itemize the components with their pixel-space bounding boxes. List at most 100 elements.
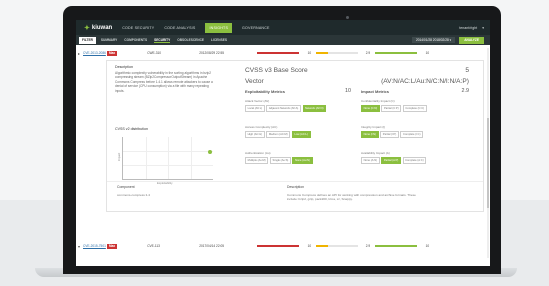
nav-governance[interactable]: GOVERNANCE <box>242 26 270 30</box>
availability-group: Availability Impact (A) None (A:N) Partial… <box>361 151 427 164</box>
cvss-score: 5 <box>465 67 469 74</box>
scrollbar[interactable] <box>487 48 489 258</box>
metric-option-button[interactable]: Local (AV:L) <box>245 105 265 112</box>
chart-point <box>208 150 212 154</box>
vector-label: Vector <box>245 78 264 85</box>
tab-summary[interactable]: SUMMARY <box>101 38 117 42</box>
score-bar-fill <box>257 51 300 55</box>
tab-licenses[interactable]: LICENSES <box>211 38 227 42</box>
vulnerability-detail-panel: Description Algorithmic complexity vulne… <box>106 60 484 212</box>
severity-badge: Max <box>107 243 118 249</box>
user-name: tenant/right <box>459 25 478 30</box>
authentication-group: Authentication (Au) Multiple (Au:M) Single… <box>245 151 313 164</box>
score-bar-exploit <box>375 244 418 248</box>
component-value: commons-compress:1.4 <box>117 193 151 197</box>
metric-option-button[interactable]: Multiple (Au:M) <box>245 157 269 164</box>
top-nav: ✦ kiuwan CODE SECURITY CODE ANALYSIS INS… <box>76 20 490 35</box>
metric-option-button[interactable]: None (I:N) <box>361 131 379 138</box>
score-impact: 2.9 <box>365 244 371 248</box>
app-screen: ✦ kiuwan CODE SECURITY CODE ANALYSIS INS… <box>76 20 490 266</box>
metric-option-button[interactable]: Medium (AC:M) <box>266 131 291 138</box>
score-exploit: 10 <box>425 51 430 55</box>
metric-option-button[interactable]: High (AC:H) <box>245 131 265 138</box>
metric-option-button[interactable]: Complete (C:C) <box>402 105 427 112</box>
metric-option-button[interactable]: None (Au:N) <box>292 157 313 164</box>
score-exploit: 10 <box>425 244 430 248</box>
nav-insights[interactable]: INSIGHTS <box>205 22 233 33</box>
cve-link[interactable]: CVE-2013-2086 <box>83 51 107 55</box>
attack-vector-group: Attack Vector (AV) Local (AV:L) Adjacent N… <box>245 99 327 112</box>
metric-option-button[interactable]: None (A:N) <box>361 157 380 164</box>
comp-description-value: Commons Compress defines an API for work… <box>287 193 416 202</box>
metric-options: Local (AV:L) Adjacent Network (AV:A) Netwo… <box>245 105 327 112</box>
comp-description-header: Description <box>287 185 304 189</box>
tab-components[interactable]: COMPONENTS <box>124 38 147 42</box>
kiuwan-leaf-icon: ✦ <box>84 24 90 32</box>
chevron-down-icon: ▾ <box>482 25 484 30</box>
cwe-id: CVE-113 <box>147 244 160 248</box>
description-title: Description <box>115 65 133 69</box>
published-date: 2017/04/14 22:05 <box>199 244 225 248</box>
analyze-button[interactable]: ANALYZE <box>459 36 484 44</box>
impact-score: 2.9 <box>461 88 470 94</box>
metric-option-button[interactable]: Network (AV:N) <box>302 105 327 112</box>
cwe-id: CWE-310 <box>147 51 162 55</box>
score-impact: 2.9 <box>365 51 371 55</box>
score-bars: 10 2.9 10 <box>257 244 432 248</box>
metric-options: Multiple (Au:M) Single (Au:S) None (Au:N) <box>245 157 313 164</box>
nav-code-analysis[interactable]: CODE ANALYSIS <box>164 26 195 30</box>
camera-icon <box>346 16 349 19</box>
integrity-group: Integrity Impact (I) None (I:N) Partial (I… <box>361 125 424 138</box>
exploitability-score: 10 <box>345 88 351 94</box>
metric-option-button[interactable]: Partial (I:P) <box>380 131 399 138</box>
scrollbar-thumb[interactable] <box>487 118 489 208</box>
chart-ylabel: Impact <box>117 152 122 162</box>
score-bar-impact <box>316 244 359 248</box>
impact-label: Impact Metrics <box>361 89 390 94</box>
cvss-title: CVSS v3 Base Score <box>245 67 308 74</box>
cvss-distribution-chart: Exploitability Impact <box>117 137 213 185</box>
table-row[interactable]: ▸ CVE-2013-2086 Max CWE-310 2012/08/29 2… <box>76 49 490 57</box>
metric-option-button[interactable]: Partial (C:P) <box>381 105 402 112</box>
metric-options: None (C:N) Partial (C:P) Complete (C:C) <box>361 105 427 112</box>
date-range-select[interactable]: 2014/01/28 2018/02/28 ▾ <box>411 37 456 43</box>
score-overall: 10 <box>307 244 312 248</box>
score-bar-fill <box>375 51 418 55</box>
score-bar-fill <box>257 244 300 248</box>
severity-badge: Max <box>107 50 118 56</box>
component-header: Component <box>117 185 135 189</box>
nav-code-security[interactable]: CODE SECURITY <box>122 26 154 30</box>
metric-group-label: Availability Impact (A) <box>361 151 390 155</box>
metric-option-button[interactable]: Single (Au:S) <box>269 157 291 164</box>
metric-option-button[interactable]: Adjacent Network (AV:A) <box>266 105 301 112</box>
metric-group-label: Access Complexity (AC) <box>245 125 278 129</box>
chart-title: CVSS v2 distribution <box>115 127 148 131</box>
metric-options: None (I:N) Partial (I:P) Complete (I:C) <box>361 131 424 138</box>
score-bar-exploit <box>375 51 418 55</box>
metric-options: None (A:N) Partial (A:P) Complete (A:C) <box>361 157 427 164</box>
metric-group-label: Confidentiality Impact (C) <box>361 99 395 103</box>
metric-option-button[interactable]: Complete (A:C) <box>402 157 427 164</box>
score-bars: 10 2.9 10 <box>257 51 432 55</box>
score-bar-impact <box>316 51 359 55</box>
vector-value: (AV:N/AC:L/Au:N/C:N/I:N/A:P) <box>381 78 469 85</box>
metric-option-button[interactable]: Partial (A:P) <box>381 157 401 164</box>
score-overall: 10 <box>307 51 312 55</box>
metric-group-label: Attack Vector (AV) <box>245 99 270 103</box>
tab-security[interactable]: SECURITY <box>154 38 171 43</box>
table-row[interactable]: ▾ CVE-2015-7501 Max CVE-113 2017/04/14 2… <box>76 242 490 250</box>
logo-text: kiuwan <box>91 24 113 31</box>
metric-option-button[interactable]: Complete (I:C) <box>400 131 424 138</box>
tab-obsolescence[interactable]: OBSOLESCENCE <box>177 38 204 42</box>
metric-option-button[interactable]: Low (AC:L) <box>291 131 311 138</box>
filter-button[interactable]: FILTER <box>79 36 96 44</box>
metric-options: High (AC:H) Medium (AC:M) Low (AC:L) <box>245 131 311 138</box>
panel-divider <box>107 181 483 182</box>
exploitability-label: Exploitability Metrics <box>245 89 286 94</box>
metric-group-label: Integrity Impact (I) <box>361 125 386 129</box>
user-menu[interactable]: tenant/right ▾ <box>459 26 484 30</box>
kiuwan-logo[interactable]: ✦ kiuwan <box>84 24 112 32</box>
description-text: Algorithmic complexity vulnerability in … <box>115 71 213 93</box>
metric-option-button[interactable]: None (C:N) <box>361 105 380 112</box>
cve-link[interactable]: CVE-2015-7501 <box>83 244 107 248</box>
